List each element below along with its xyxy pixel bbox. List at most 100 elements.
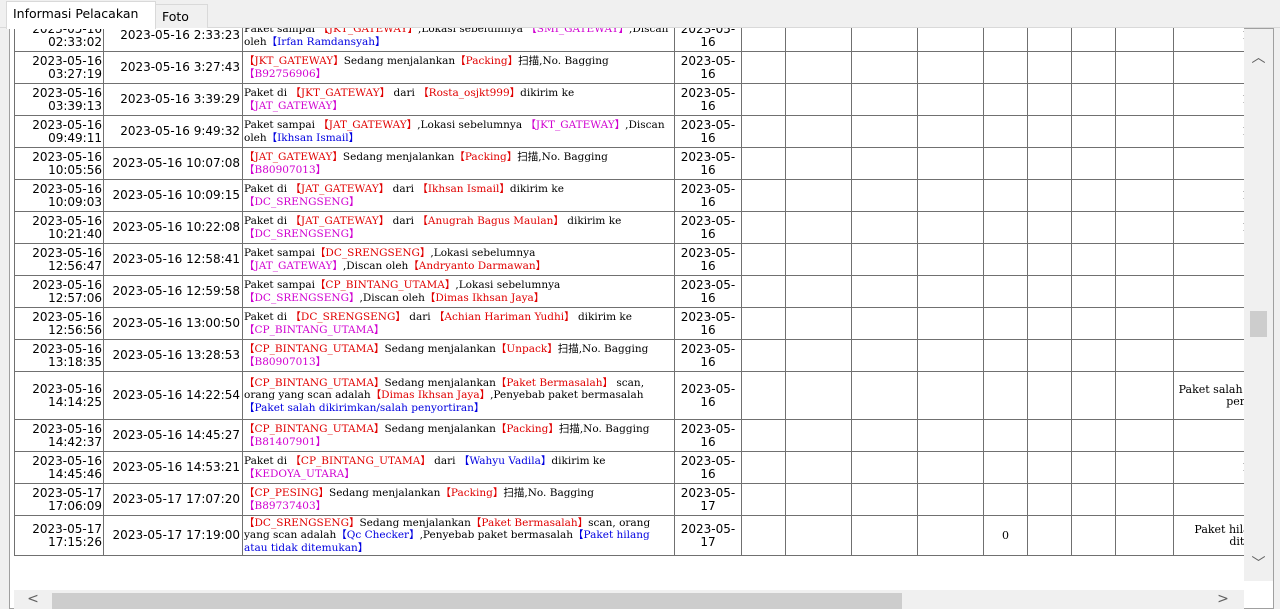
description-segment: dikirim ke xyxy=(520,87,575,99)
date-line: 16 xyxy=(700,258,716,273)
table-row[interactable]: 2023-05-16 09:49:11 2023-05-16 9:49:32 Pake… xyxy=(14,115,1244,148)
table-row[interactable]: 2023-05-16 03:27:19 2023-05-16 3:27:43 【JKT… xyxy=(14,51,1244,84)
tracking-grid: 2023-05-16 02:33:02 2023-05-16 2:33:23 Pake… xyxy=(14,28,1244,556)
description-segment: 【DC_SRENGSENG】 xyxy=(244,227,360,240)
description-segment: dari xyxy=(390,87,419,99)
date-line: 2023-05- xyxy=(680,341,736,356)
empty-cell xyxy=(741,179,786,212)
empty-cell xyxy=(741,147,786,180)
empty-cell xyxy=(1027,515,1072,556)
empty-cell xyxy=(851,419,918,452)
empty-cell xyxy=(785,483,852,516)
horizontal-scroll-thumb[interactable] xyxy=(52,593,902,609)
table-row[interactable]: 2023-05-16 10:09:03 2023-05-16 10:09:15 Pak… xyxy=(14,179,1244,212)
event-time-cell: 2023-05-16 10:09:03 xyxy=(14,179,104,212)
table-row[interactable]: 2023-05-16 12:56:47 2023-05-16 12:58:41 Pak… xyxy=(14,243,1244,276)
date-line: 16 xyxy=(700,194,716,209)
tab-foto[interactable]: Foto xyxy=(156,4,208,28)
count-cell xyxy=(983,419,1028,452)
chevron-up-icon[interactable]: ︿ xyxy=(1244,43,1273,73)
empty-cell xyxy=(1071,371,1116,420)
table-row[interactable]: 2023-05-16 14:42:37 2023-05-16 14:45:27 【CP… xyxy=(14,419,1244,452)
table-row[interactable]: 2023-05-16 03:39:13 2023-05-16 3:39:29 Pake… xyxy=(14,83,1244,116)
empty-cell xyxy=(1071,51,1116,84)
empty-cell xyxy=(917,339,984,372)
table-row[interactable]: 2023-05-17 17:06:09 2023-05-17 17:07:20 【CP… xyxy=(14,483,1244,516)
event-time-line: 2023-05-16 xyxy=(32,277,102,292)
description-segment: 【CP_BINTANG_UTAMA】 xyxy=(314,279,456,291)
empty-cell xyxy=(851,371,918,420)
event-time-line: 12:56:47 xyxy=(48,258,102,273)
event-time-line: 17:06:09 xyxy=(48,498,102,513)
table-row[interactable]: 2023-05-16 02:33:02 2023-05-16 2:33:23 Pake… xyxy=(14,28,1244,52)
date-cell: 2023-05- 16 xyxy=(674,51,742,84)
tab-strip: Informasi Pelacakan Foto xyxy=(0,0,1280,29)
date-line: 2023-05- xyxy=(680,85,736,100)
empty-cell xyxy=(741,51,786,84)
empty-cell xyxy=(1115,419,1174,452)
scan-time-cell: 2023-05-16 14:53:21 xyxy=(103,451,243,484)
date-cell: 2023-05- 16 xyxy=(674,211,742,244)
date-cell: 2023-05- 16 xyxy=(674,83,742,116)
description-segment: Paket sampai xyxy=(244,247,315,259)
description-segment: 【Ikhsan Ismail】 xyxy=(417,183,510,195)
empty-cell xyxy=(917,515,984,556)
empty-cell xyxy=(785,243,852,276)
description-segment: 【Unpack】 xyxy=(495,343,558,355)
description-cell: 【CP_BINTANG_UTAMA】Sedang menjalankan【Pac… xyxy=(242,419,675,452)
vertical-scroll-thumb[interactable] xyxy=(1250,311,1267,337)
event-time-line: 14:42:37 xyxy=(48,434,102,449)
horizontal-scrollbar[interactable]: < > xyxy=(14,590,1244,609)
empty-cell xyxy=(1071,451,1116,484)
chevron-down-icon[interactable]: ﹀ xyxy=(1244,549,1273,579)
table-row[interactable]: 2023-05-16 14:14:25 2023-05-16 14:22:54 【CP… xyxy=(14,371,1244,420)
chevron-left-icon[interactable]: < xyxy=(18,590,48,609)
description-cell: 【JAT_GATEWAY】Sedang menjalankan【Packing】… xyxy=(242,147,675,180)
table-row[interactable]: 2023-05-16 14:45:46 2023-05-16 14:53:21 Pak… xyxy=(14,451,1244,484)
scan-time-cell: 2023-05-17 17:07:20 xyxy=(103,483,243,516)
count-cell: 0 xyxy=(983,515,1028,556)
description-segment: Sedang menjalankan xyxy=(342,151,455,163)
description-cell: 【CP_BINTANG_UTAMA】Sedang menjalankan【Unp… xyxy=(242,339,675,372)
table-row[interactable]: 2023-05-16 12:57:06 2023-05-16 12:59:58 Pak… xyxy=(14,275,1244,308)
event-time-cell: 2023-05-16 03:39:13 xyxy=(14,83,104,116)
empty-cell xyxy=(1071,115,1116,148)
description-segment: ,Discan oleh xyxy=(359,291,425,304)
description-segment: 【CP_BINTANG_UTAMA】 xyxy=(244,376,385,389)
description-segment: 【DC_SRENGSENG】 xyxy=(244,195,360,208)
empty-cell xyxy=(1071,28,1116,52)
empty-cell xyxy=(1027,28,1072,52)
date-line: 2023-05- xyxy=(680,453,736,468)
empty-cell xyxy=(1027,115,1072,148)
scan-time-cell: 2023-05-16 3:39:29 xyxy=(103,83,243,116)
empty-cell xyxy=(741,371,786,420)
empty-cell xyxy=(1071,275,1116,308)
table-row[interactable]: 2023-05-17 17:15:26 2023-05-17 17:19:00 【DC… xyxy=(14,515,1244,556)
table-row[interactable]: 2023-05-16 12:56:56 2023-05-16 13:00:50 Pak… xyxy=(14,307,1244,340)
table-row[interactable]: 2023-05-16 10:05:56 2023-05-16 10:07:08 【JA… xyxy=(14,147,1244,180)
description-segment: 【Andryanto Darmawan】 xyxy=(408,259,547,272)
date-line: 2023-05- xyxy=(680,245,736,260)
empty-cell xyxy=(851,275,918,308)
description-segment: 【Irfan Ramdansyah】 xyxy=(266,35,386,48)
chevron-right-icon[interactable]: > xyxy=(1208,590,1238,609)
description-segment: 【B81407901】 xyxy=(244,435,327,448)
empty-cell xyxy=(917,307,984,340)
date-cell: 2023-05- 16 xyxy=(674,339,742,372)
table-row[interactable]: 2023-05-16 13:18:35 2023-05-16 13:28:53 【CP… xyxy=(14,339,1244,372)
empty-cell xyxy=(851,115,918,148)
table-row[interactable]: 2023-05-16 10:21:40 2023-05-16 10:22:08 Pak… xyxy=(14,211,1244,244)
event-time-cell: 2023-05-16 10:05:56 xyxy=(14,147,104,180)
empty-cell xyxy=(1027,419,1072,452)
empty-cell xyxy=(851,211,918,244)
event-time-line: 2023-05-17 xyxy=(32,485,102,500)
description-segment: dikirim ke xyxy=(574,311,633,323)
empty-cell xyxy=(1115,483,1174,516)
vertical-scrollbar[interactable]: ︿ ﹀ xyxy=(1244,29,1273,581)
tab-informasi-pelacakan[interactable]: Informasi Pelacakan xyxy=(6,1,156,29)
description-segment: 【Packing】 xyxy=(440,487,504,499)
description-cell: Paket sampai 【JKT_GATEWAY】,Lokasi sebelu… xyxy=(242,28,675,52)
empty-cell xyxy=(1071,515,1116,556)
empty-cell xyxy=(785,28,852,52)
empty-cell xyxy=(741,115,786,148)
